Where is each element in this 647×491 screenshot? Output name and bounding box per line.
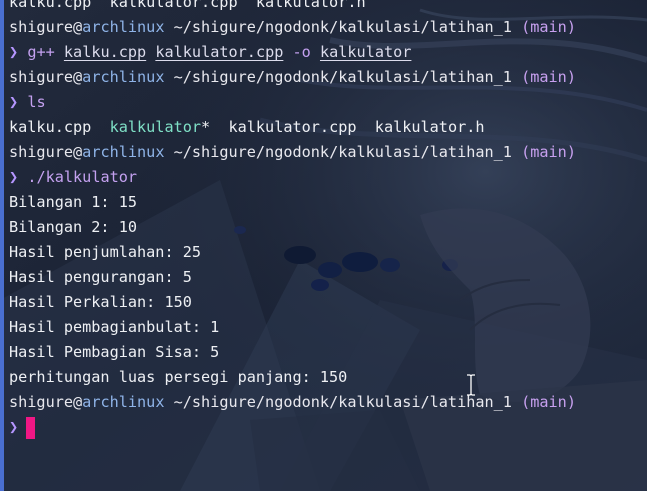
prompt-at: @ <box>73 143 83 161</box>
ls-file: kalkulator.h <box>374 118 485 136</box>
prompt-path: ~/shigure/ngodonk/kalkulasi/latihan_1 <box>173 68 512 86</box>
output-line: Hasil Perkalian: 150 <box>9 293 192 311</box>
command-line-compile: ❯ g++ kalku.cpp kalkulator.cpp -o kalkul… <box>9 40 647 65</box>
command-run: ./kalkulator <box>27 168 138 186</box>
prompt-user: shigure <box>9 18 74 36</box>
prompt-chevron-icon: ❯ <box>9 168 19 186</box>
text-cursor[interactable] <box>26 416 36 439</box>
command-flag: -o <box>292 43 311 61</box>
command-program: g++ <box>27 43 55 61</box>
prompt-branch: (main) <box>521 393 576 411</box>
output-line: Hasil penjumlahan: 25 <box>9 243 202 261</box>
prompt-chevron-icon: ❯ <box>9 418 19 436</box>
prompt-path: ~/shigure/ngodonk/kalkulasi/latihan_1 <box>173 18 512 36</box>
prompt-host: archlinux <box>82 393 165 411</box>
prompt-user: shigure <box>9 68 74 86</box>
scrollback-cut-line: kalku.cpp kalkulator.cpp kalkulator.h <box>9 0 366 11</box>
prompt-branch: (main) <box>521 68 576 86</box>
ls-executable: kalkulator <box>109 118 202 136</box>
prompt-at: @ <box>73 18 83 36</box>
output-line: Hasil pembagianbulat: 1 <box>9 318 220 336</box>
ls-file: kalkulator.cpp <box>228 118 357 136</box>
prompt-at: @ <box>73 393 83 411</box>
command-line-ls: ❯ ls <box>9 90 647 115</box>
prompt-line: shigure@archlinux ~/shigure/ngodonk/kalk… <box>9 15 647 40</box>
prompt-host: archlinux <box>82 18 165 36</box>
ibeam-cursor-icon <box>467 374 475 396</box>
command-line-run: ❯ ./kalkulator <box>9 165 647 190</box>
prompt-branch: (main) <box>521 143 576 161</box>
ls-output-line: kalku.cpp kalkulator* kalkulator.cpp kal… <box>9 115 647 140</box>
prompt-chevron-icon: ❯ <box>9 93 19 111</box>
command-arg-file1: kalku.cpp <box>63 43 147 61</box>
command-arg-output: kalkulator <box>319 43 412 61</box>
prompt-branch: (main) <box>521 18 576 36</box>
command-arg-file2: kalkulator.cpp <box>155 43 284 61</box>
prompt-at: @ <box>73 68 83 86</box>
output-line: Bilangan 1: 15 <box>9 193 138 211</box>
ls-executable-marker: * <box>201 118 211 136</box>
prompt-chevron-icon: ❯ <box>9 43 19 61</box>
command-ls: ls <box>27 93 46 111</box>
prompt-host: archlinux <box>82 143 165 161</box>
terminal-output[interactable]: kalku.cpp kalkulator.cpp kalkulator.h sh… <box>9 0 647 440</box>
output-line: Hasil pengurangan: 5 <box>9 268 192 286</box>
output-line: Hasil Pembagian Sisa: 5 <box>9 343 220 361</box>
prompt-line: shigure@archlinux ~/shigure/ngodonk/kalk… <box>9 140 647 165</box>
prompt-line: shigure@archlinux ~/shigure/ngodonk/kalk… <box>9 390 647 415</box>
prompt-host: archlinux <box>82 68 165 86</box>
window-edge-highlight <box>0 0 4 491</box>
prompt-path: ~/shigure/ngodonk/kalkulasi/latihan_1 <box>173 143 512 161</box>
prompt-user: shigure <box>9 143 74 161</box>
output-line: Bilangan 2: 10 <box>9 218 138 236</box>
prompt-user: shigure <box>9 393 74 411</box>
prompt-path: ~/shigure/ngodonk/kalkulasi/latihan_1 <box>173 393 512 411</box>
terminal-window[interactable]: kalku.cpp kalkulator.cpp kalkulator.h sh… <box>0 0 647 491</box>
prompt-line: shigure@archlinux ~/shigure/ngodonk/kalk… <box>9 65 647 90</box>
ls-file: kalku.cpp <box>9 118 92 136</box>
output-line: perhitungan luas persegi panjang: 150 <box>9 368 348 386</box>
active-input-line[interactable]: ❯ <box>9 415 647 440</box>
